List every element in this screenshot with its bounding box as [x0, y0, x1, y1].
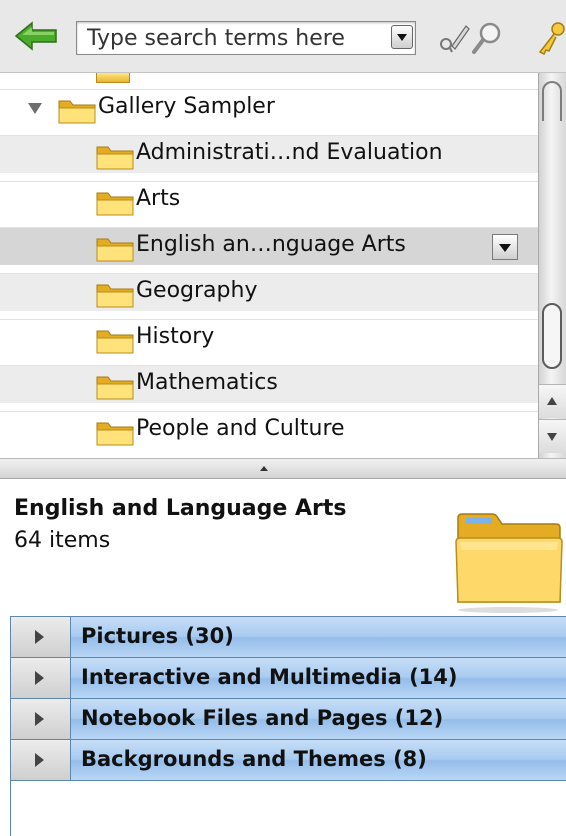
folder-tree: Gallery Sampler Administrati…nd Evaluati… [0, 73, 566, 459]
scrollbar-track-cap [542, 81, 562, 121]
search-field [76, 21, 416, 55]
tree-item-label: Administrati…nd Evaluation [136, 140, 443, 165]
tree-item-history[interactable]: History [0, 319, 540, 357]
tree-item-label: English an…nguage Arts [136, 232, 406, 257]
folder-icon [96, 146, 134, 170]
folder-icon [58, 100, 96, 124]
category-header[interactable]: Notebook Files and Pages (12) [71, 699, 566, 739]
scroll-up-arrow-icon[interactable] [539, 384, 566, 418]
tree-item-gallery-sampler[interactable]: Gallery Sampler [0, 89, 540, 127]
category-row-backgrounds-themes[interactable]: Backgrounds and Themes (8) [11, 740, 566, 781]
key-icon[interactable] [534, 20, 566, 56]
large-folder-icon [455, 513, 563, 613]
tree-item-arts[interactable]: Arts [0, 181, 540, 219]
folder-icon [96, 73, 130, 83]
panel-splitter-handle[interactable] [0, 459, 566, 479]
category-label: Notebook Files and Pages (12) [81, 706, 444, 730]
category-label: Pictures (30) [81, 624, 234, 648]
category-label: Backgrounds and Themes (8) [81, 747, 427, 771]
search-dropdown-button[interactable] [391, 25, 413, 49]
disclosure-triangle-icon[interactable] [28, 103, 42, 114]
category-header[interactable]: Backgrounds and Themes (8) [71, 740, 566, 780]
folder-icon [96, 376, 134, 400]
scrollbar-thumb[interactable] [542, 303, 562, 369]
tree-item-label: Arts [136, 186, 181, 211]
tree-item-label: People and Culture [136, 416, 345, 441]
scroll-down-arrow-icon[interactable] [539, 419, 566, 453]
folder-icon [96, 422, 134, 446]
folder-icon [96, 238, 134, 262]
expand-arrow-icon[interactable] [11, 658, 71, 698]
back-arrow-icon[interactable] [14, 20, 58, 52]
pencil-search-icon[interactable] [436, 20, 470, 56]
tree-item-geography[interactable]: Geography [0, 273, 540, 311]
tree-item-mathematics[interactable]: Mathematics [0, 365, 540, 403]
category-list: Pictures (30) Interactive and Multimedia… [10, 616, 566, 836]
toolbar [0, 0, 566, 73]
category-header[interactable]: Interactive and Multimedia (14) [71, 658, 566, 698]
folder-icon [96, 192, 134, 216]
expand-arrow-icon[interactable] [11, 699, 71, 739]
folder-icon [96, 284, 134, 308]
folder-icon [96, 330, 134, 354]
item-menu-button[interactable] [492, 234, 518, 260]
tree-item-label: Gallery Sampler [98, 94, 275, 119]
tree-scrollbar[interactable] [538, 73, 566, 458]
category-label: Interactive and Multimedia (14) [81, 665, 458, 689]
tree-item-english-language-arts[interactable]: English an…nguage Arts [0, 227, 540, 265]
item-count: 64 items [14, 528, 111, 553]
expand-arrow-icon[interactable] [11, 617, 71, 657]
search-input[interactable] [77, 22, 389, 54]
tree-item-administration[interactable]: Administrati…nd Evaluation [0, 135, 540, 173]
category-row-notebook-files[interactable]: Notebook Files and Pages (12) [11, 699, 566, 740]
category-row-interactive-multimedia[interactable]: Interactive and Multimedia (14) [11, 658, 566, 699]
expand-arrow-icon[interactable] [11, 740, 71, 780]
tree-item-label: Mathematics [136, 370, 278, 395]
tree-item-label: Geography [136, 278, 258, 303]
category-header[interactable]: Pictures (30) [71, 617, 566, 657]
category-row-pictures[interactable]: Pictures (30) [11, 617, 566, 658]
magnifier-icon[interactable] [470, 20, 504, 56]
tree-item-label: History [136, 324, 215, 349]
tree-item-people-and-culture[interactable]: People and Culture [0, 411, 540, 449]
folder-info-panel: English and Language Arts 64 items [0, 480, 566, 620]
folder-title: English and Language Arts [14, 496, 347, 521]
